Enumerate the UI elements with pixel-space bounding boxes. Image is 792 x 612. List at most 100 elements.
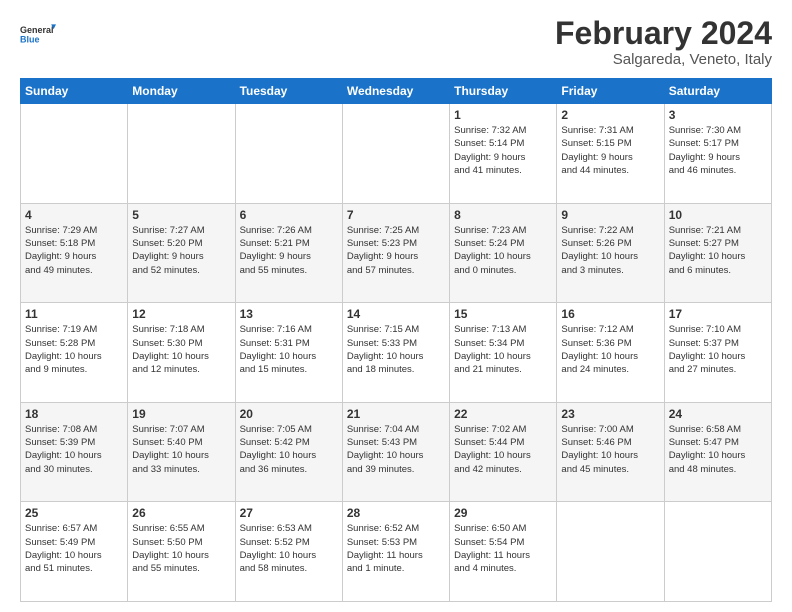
col-header-wednesday: Wednesday: [342, 79, 449, 104]
day-number: 3: [669, 108, 767, 122]
calendar-cell: 12Sunrise: 7:18 AMSunset: 5:30 PMDayligh…: [128, 303, 235, 403]
calendar-week-row: 4 Sunrise: 7:29 AMSunset: 5:18 PMDaylight…: [21, 203, 772, 303]
calendar-cell: [21, 104, 128, 204]
day-info: Sunrise: 7:02 AMSunset: 5:44 PMDaylight:…: [454, 423, 552, 476]
day-number: 7: [347, 208, 445, 222]
calendar-cell: 6 Sunrise: 7:26 AMSunset: 5:21 PMDaylight…: [235, 203, 342, 303]
calendar-week-row: 25 Sunrise: 6:57 AMSunset: 5:49 PMDayligh…: [21, 502, 772, 602]
day-info: Sunrise: 7:00 AMSunset: 5:46 PMDaylight:…: [561, 423, 659, 476]
calendar-cell: 2 Sunrise: 7:31 AMSunset: 5:15 PMDaylight…: [557, 104, 664, 204]
calendar-body: 1Sunrise: 7:32 AMSunset: 5:14 PMDaylight…: [21, 104, 772, 602]
calendar-cell: 7 Sunrise: 7:25 AMSunset: 5:23 PMDaylight…: [342, 203, 449, 303]
day-number: 20: [240, 407, 338, 421]
calendar-cell: 10Sunrise: 7:21 AMSunset: 5:27 PMDayligh…: [664, 203, 771, 303]
day-info: Sunrise: 7:05 AMSunset: 5:42 PMDaylight:…: [240, 423, 338, 476]
col-header-tuesday: Tuesday: [235, 79, 342, 104]
calendar-cell: 3 Sunrise: 7:30 AMSunset: 5:17 PMDaylight…: [664, 104, 771, 204]
calendar-cell: [664, 502, 771, 602]
day-number: 29: [454, 506, 552, 520]
calendar-cell: 4 Sunrise: 7:29 AMSunset: 5:18 PMDaylight…: [21, 203, 128, 303]
calendar-cell: [557, 502, 664, 602]
day-number: 19: [132, 407, 230, 421]
day-info: Sunrise: 6:55 AMSunset: 5:50 PMDaylight:…: [132, 522, 230, 575]
day-number: 14: [347, 307, 445, 321]
day-info: Sunrise: 7:07 AMSunset: 5:40 PMDaylight:…: [132, 423, 230, 476]
calendar-cell: [235, 104, 342, 204]
col-header-thursday: Thursday: [450, 79, 557, 104]
svg-text:General: General: [20, 25, 54, 35]
day-info: Sunrise: 7:31 AMSunset: 5:15 PMDaylight:…: [561, 124, 659, 177]
calendar-cell: 11 Sunrise: 7:19 AMSunset: 5:28 PMDayligh…: [21, 303, 128, 403]
calendar-cell: 29 Sunrise: 6:50 AMSunset: 5:54 PMDayligh…: [450, 502, 557, 602]
calendar-cell: 15 Sunrise: 7:13 AMSunset: 5:34 PMDayligh…: [450, 303, 557, 403]
calendar-cell: [128, 104, 235, 204]
day-info: Sunrise: 7:23 AMSunset: 5:24 PMDaylight:…: [454, 224, 552, 277]
day-number: 18: [25, 407, 123, 421]
day-number: 25: [25, 506, 123, 520]
day-number: 16: [561, 307, 659, 321]
day-info: Sunrise: 7:30 AMSunset: 5:17 PMDaylight:…: [669, 124, 767, 177]
day-number: 2: [561, 108, 659, 122]
day-number: 8: [454, 208, 552, 222]
logo-svg: General Blue: [20, 16, 56, 52]
day-number: 24: [669, 407, 767, 421]
calendar-cell: 25 Sunrise: 6:57 AMSunset: 5:49 PMDayligh…: [21, 502, 128, 602]
calendar-cell: 14 Sunrise: 7:15 AMSunset: 5:33 PMDayligh…: [342, 303, 449, 403]
day-number: 4: [25, 208, 123, 222]
calendar-cell: 8 Sunrise: 7:23 AMSunset: 5:24 PMDaylight…: [450, 203, 557, 303]
day-info: Sunrise: 6:58 AMSunset: 5:47 PMDaylight:…: [669, 423, 767, 476]
day-number: 23: [561, 407, 659, 421]
calendar-cell: 1Sunrise: 7:32 AMSunset: 5:14 PMDaylight…: [450, 104, 557, 204]
day-number: 13: [240, 307, 338, 321]
calendar-cell: 27 Sunrise: 6:53 AMSunset: 5:52 PMDayligh…: [235, 502, 342, 602]
day-number: 5: [132, 208, 230, 222]
day-info: Sunrise: 7:13 AMSunset: 5:34 PMDaylight:…: [454, 323, 552, 376]
day-number: 10: [669, 208, 767, 222]
day-number: 6: [240, 208, 338, 222]
calendar-cell: 22 Sunrise: 7:02 AMSunset: 5:44 PMDayligh…: [450, 402, 557, 502]
calendar-cell: 20 Sunrise: 7:05 AMSunset: 5:42 PMDayligh…: [235, 402, 342, 502]
day-number: 11: [25, 307, 123, 321]
day-number: 15: [454, 307, 552, 321]
day-info: Sunrise: 7:04 AMSunset: 5:43 PMDaylight:…: [347, 423, 445, 476]
day-number: 26: [132, 506, 230, 520]
calendar-cell: 13Sunrise: 7:16 AMSunset: 5:31 PMDayligh…: [235, 303, 342, 403]
day-info: Sunrise: 7:25 AMSunset: 5:23 PMDaylight:…: [347, 224, 445, 277]
calendar-week-row: 11 Sunrise: 7:19 AMSunset: 5:28 PMDayligh…: [21, 303, 772, 403]
header-row: SundayMondayTuesdayWednesdayThursdayFrid…: [21, 79, 772, 104]
col-header-saturday: Saturday: [664, 79, 771, 104]
day-info: Sunrise: 6:52 AMSunset: 5:53 PMDaylight:…: [347, 522, 445, 575]
day-info: Sunrise: 7:10 AMSunset: 5:37 PMDaylight:…: [669, 323, 767, 376]
day-info: Sunrise: 7:19 AMSunset: 5:28 PMDaylight:…: [25, 323, 123, 376]
day-info: Sunrise: 7:18 AMSunset: 5:30 PMDaylight:…: [132, 323, 230, 376]
day-info: Sunrise: 6:50 AMSunset: 5:54 PMDaylight:…: [454, 522, 552, 575]
subtitle: Salgareda, Veneto, Italy: [555, 51, 772, 68]
calendar-cell: 17Sunrise: 7:10 AMSunset: 5:37 PMDayligh…: [664, 303, 771, 403]
day-number: 22: [454, 407, 552, 421]
calendar-cell: [342, 104, 449, 204]
col-header-sunday: Sunday: [21, 79, 128, 104]
calendar-cell: 28 Sunrise: 6:52 AMSunset: 5:53 PMDayligh…: [342, 502, 449, 602]
col-header-monday: Monday: [128, 79, 235, 104]
main-title: February 2024: [555, 16, 772, 51]
day-info: Sunrise: 7:12 AMSunset: 5:36 PMDaylight:…: [561, 323, 659, 376]
day-info: Sunrise: 7:08 AMSunset: 5:39 PMDaylight:…: [25, 423, 123, 476]
svg-text:Blue: Blue: [20, 34, 40, 44]
calendar-cell: 21 Sunrise: 7:04 AMSunset: 5:43 PMDayligh…: [342, 402, 449, 502]
day-number: 27: [240, 506, 338, 520]
calendar-week-row: 18 Sunrise: 7:08 AMSunset: 5:39 PMDayligh…: [21, 402, 772, 502]
calendar-cell: 19 Sunrise: 7:07 AMSunset: 5:40 PMDayligh…: [128, 402, 235, 502]
day-number: 21: [347, 407, 445, 421]
day-info: Sunrise: 7:32 AMSunset: 5:14 PMDaylight:…: [454, 124, 552, 177]
calendar-cell: 16 Sunrise: 7:12 AMSunset: 5:36 PMDayligh…: [557, 303, 664, 403]
day-number: 28: [347, 506, 445, 520]
day-info: Sunrise: 7:29 AMSunset: 5:18 PMDaylight:…: [25, 224, 123, 277]
day-number: 9: [561, 208, 659, 222]
calendar-cell: 18 Sunrise: 7:08 AMSunset: 5:39 PMDayligh…: [21, 402, 128, 502]
day-info: Sunrise: 6:53 AMSunset: 5:52 PMDaylight:…: [240, 522, 338, 575]
page: General Blue February 2024 Salgareda, Ve…: [0, 0, 792, 612]
calendar-cell: 9Sunrise: 7:22 AMSunset: 5:26 PMDaylight…: [557, 203, 664, 303]
day-info: Sunrise: 6:57 AMSunset: 5:49 PMDaylight:…: [25, 522, 123, 575]
day-info: Sunrise: 7:15 AMSunset: 5:33 PMDaylight:…: [347, 323, 445, 376]
day-info: Sunrise: 7:26 AMSunset: 5:21 PMDaylight:…: [240, 224, 338, 277]
